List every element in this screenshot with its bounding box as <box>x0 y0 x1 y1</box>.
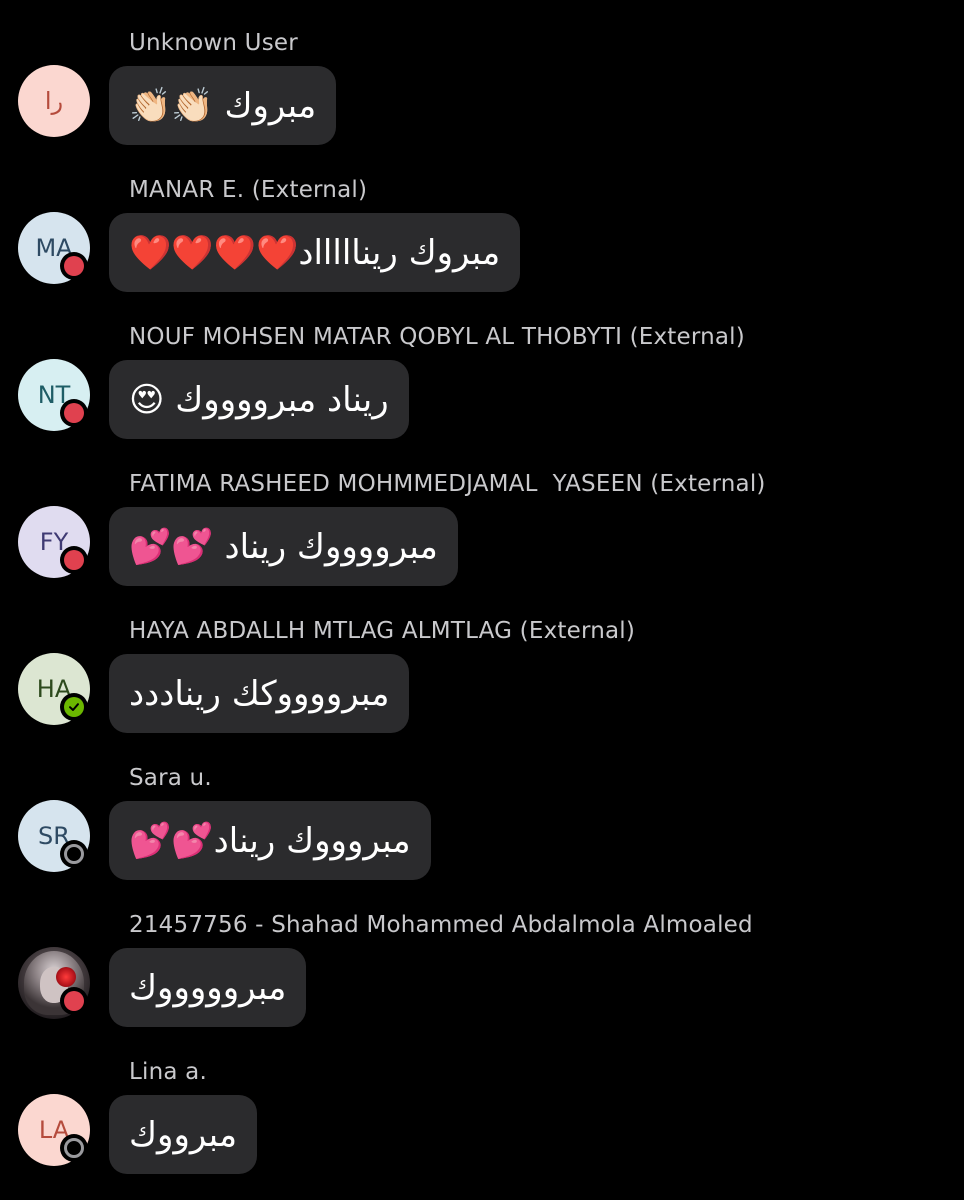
chat-message-list: Unknown User را مبروك 👏🏻👏🏻 MANAR E. (Ext… <box>0 0 964 1200</box>
chat-message: 21457756 - Shahad Mohammed Abdalmola Alm… <box>0 882 964 1029</box>
message-text: مبرووووك ريناد 💕💕 <box>129 526 438 567</box>
chat-message: HAYA ABDALLH MTLAG ALMTLAG (External) HA… <box>0 588 964 735</box>
presence-busy-icon <box>60 399 88 427</box>
message-bubble[interactable]: مبروك ريناااااد❤️❤️❤️❤️ <box>109 213 521 292</box>
message-text: مبرووووكك ريناددد <box>129 673 390 714</box>
message-text: مبروووك ريناد💕💕 <box>129 820 411 861</box>
presence-offline-icon <box>60 840 88 868</box>
chat-message: MANAR E. (External) MA مبروك ريناااااد❤️… <box>0 147 964 294</box>
chat-message: FATIMA RASHEED MOHMMEDJAMAL YASEEN (Exte… <box>0 441 964 588</box>
message-bubble[interactable]: مبروووك ريناد💕💕 <box>109 801 431 880</box>
chat-message: Unknown User را مبروك 👏🏻👏🏻 <box>0 0 964 147</box>
presence-offline-icon <box>60 1134 88 1162</box>
message-text: مبروك ريناااااد❤️❤️❤️❤️ <box>129 232 501 273</box>
chat-message: Lina a. LA مبرووك <box>0 1029 964 1176</box>
message-text: مبروووووك <box>129 967 287 1008</box>
avatar-initials: را <box>44 87 64 115</box>
message-text: مبرووك <box>129 1114 238 1155</box>
avatar[interactable]: را <box>18 65 90 137</box>
message-bubble[interactable]: مبرووووكك ريناددد <box>109 654 410 733</box>
sender-name: Unknown User <box>129 30 298 56</box>
message-bubble[interactable]: ريناد مبرووووك 😍 <box>109 360 409 439</box>
chat-message: Sara u. SR مبروووك ريناد💕💕 <box>0 735 964 882</box>
sender-name: NOUF MOHSEN MATAR QOBYL AL THOBYTI (Exte… <box>129 324 745 350</box>
sender-name: MANAR E. (External) <box>129 177 368 203</box>
checkmark-icon <box>69 703 79 711</box>
presence-available-icon <box>60 693 88 721</box>
message-bubble[interactable]: مبرووووك ريناد 💕💕 <box>109 507 458 586</box>
presence-busy-icon <box>60 987 88 1015</box>
message-bubble[interactable]: مبرووك <box>109 1095 258 1174</box>
message-text: مبروك 👏🏻👏🏻 <box>129 85 317 126</box>
sender-name: 21457756 - Shahad Mohammed Abdalmola Alm… <box>129 912 753 938</box>
chat-message: NOUF MOHSEN MATAR QOBYL AL THOBYTI (Exte… <box>0 294 964 441</box>
message-bubble[interactable]: مبروووووك <box>109 948 307 1027</box>
sender-name: Sara u. <box>129 765 212 791</box>
sender-name: Lina a. <box>129 1059 207 1085</box>
sender-name: FATIMA RASHEED MOHMMEDJAMAL YASEEN (Exte… <box>129 471 766 497</box>
message-bubble[interactable]: مبروك 👏🏻👏🏻 <box>109 66 337 145</box>
message-text: ريناد مبرووووك 😍 <box>129 379 389 420</box>
presence-busy-icon <box>60 546 88 574</box>
presence-busy-icon <box>60 252 88 280</box>
sender-name: HAYA ABDALLH MTLAG ALMTLAG (External) <box>129 618 636 644</box>
